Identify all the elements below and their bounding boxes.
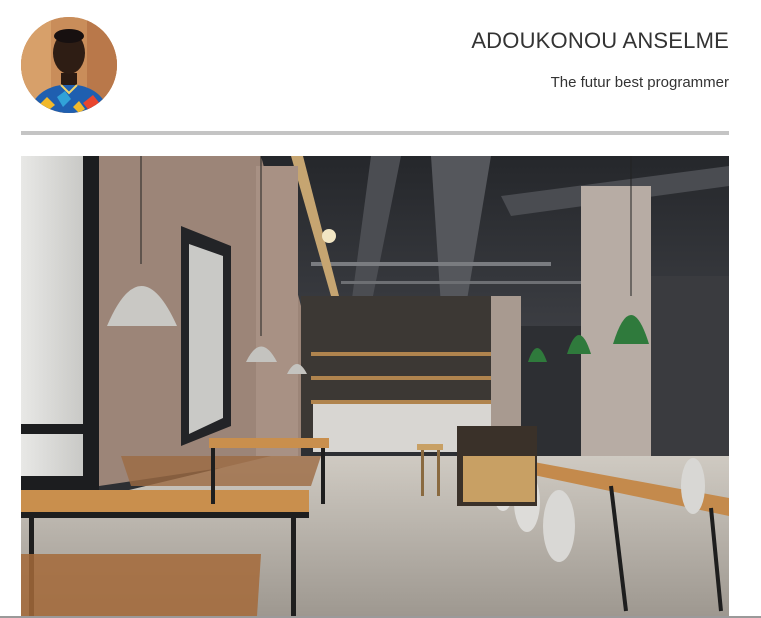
- restaurant-interior-icon: [21, 156, 729, 616]
- hero-image: [21, 156, 729, 616]
- avatar-photo-icon: [21, 17, 117, 113]
- profile-name: ADOUKONOU ANSELME: [471, 28, 729, 53]
- profile-page: ADOUKONOU ANSELME The futur best program…: [0, 0, 761, 618]
- header-divider: [21, 131, 729, 135]
- profile-tagline: The futur best programmer: [550, 74, 729, 91]
- profile-header: ADOUKONOU ANSELME The futur best program…: [21, 16, 729, 116]
- avatar: [21, 17, 117, 113]
